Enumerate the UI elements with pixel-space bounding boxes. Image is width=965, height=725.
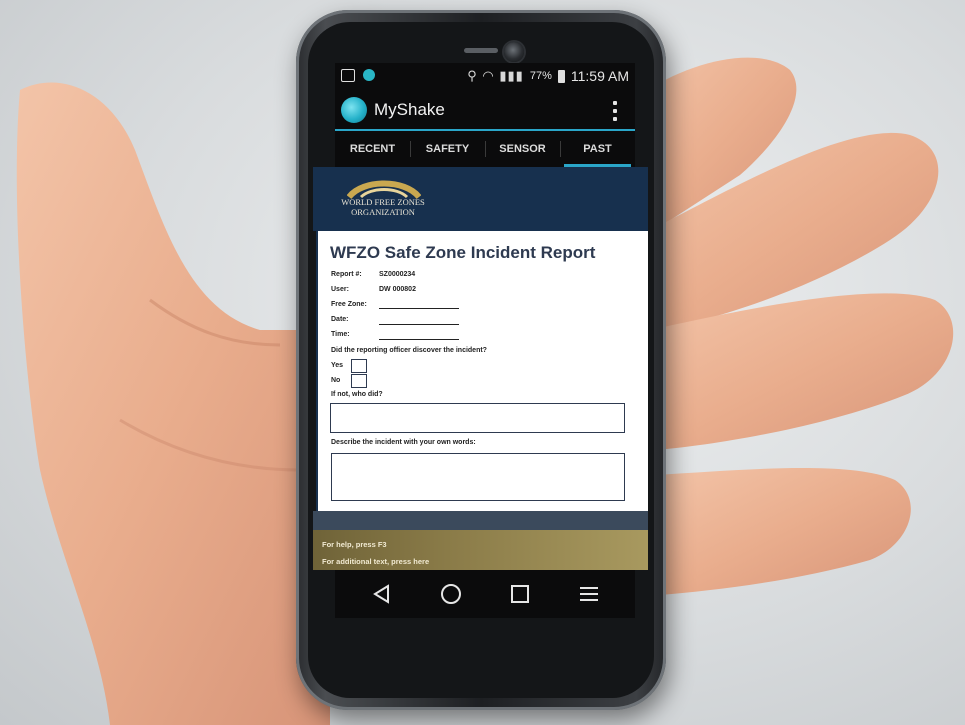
phone-screen: ⚲ ◠ ▮▮▮ 77% 11:59 AM MyShake RECENT SAFE…	[335, 63, 635, 618]
app-notification-icon	[363, 69, 375, 81]
overflow-menu-icon[interactable]	[613, 101, 617, 121]
image-notification-icon	[341, 69, 355, 82]
tab-recent[interactable]: RECENT	[335, 131, 410, 167]
app-title: MyShake	[374, 100, 445, 119]
location-wifi-signal-icons: ⚲ ◠ ▮▮▮	[467, 68, 524, 83]
app-logo-icon	[341, 97, 367, 123]
tab-past[interactable]: PAST	[560, 131, 635, 167]
tab-sensor[interactable]: SENSOR	[485, 131, 560, 167]
app-bar: MyShake	[335, 91, 635, 131]
tab-bar: RECENT SAFETY SENSOR PAST	[335, 131, 635, 167]
tab-safety[interactable]: SAFETY	[410, 131, 485, 167]
status-bar: ⚲ ◠ ▮▮▮ 77% 11:59 AM	[335, 63, 635, 91]
front-camera	[504, 42, 524, 62]
battery-icon	[557, 69, 565, 83]
clock: 11:59 AM	[570, 68, 629, 84]
earpiece-speaker	[464, 48, 498, 53]
additional-text-link[interactable]: For additional text, press here	[322, 557, 429, 566]
battery-percent: 77%	[529, 70, 552, 82]
